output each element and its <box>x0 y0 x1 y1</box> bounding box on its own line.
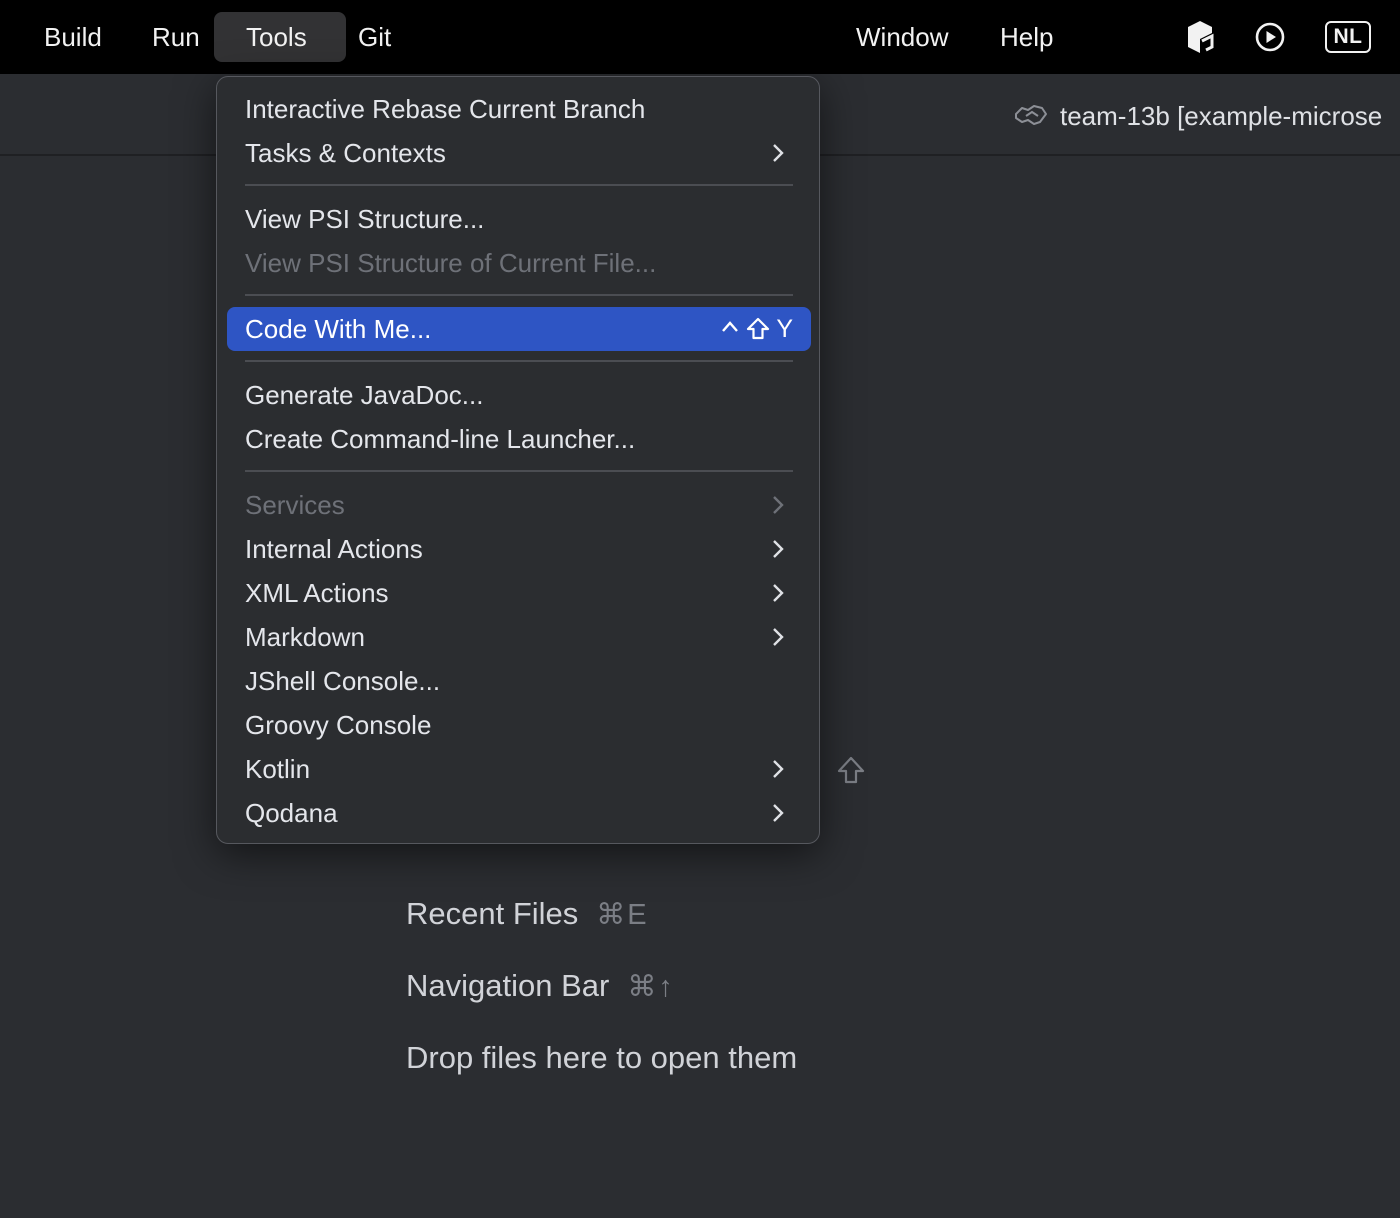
chevron-right-icon <box>773 804 784 822</box>
menu-item-qodana[interactable]: Qodana <box>227 791 811 835</box>
hint-shortcut: ⌘↑ <box>627 970 675 1003</box>
menu-item-view-psi-current-file: View PSI Structure of Current File... <box>227 241 811 285</box>
input-source-label: NL <box>1325 21 1371 53</box>
chevron-right-icon <box>773 760 784 778</box>
hint-label: Recent Files <box>406 896 579 931</box>
shortcut-key: Y <box>776 314 793 343</box>
menu-separator <box>245 184 793 186</box>
play-circle-icon[interactable] <box>1250 17 1290 57</box>
toolbox-app-icon[interactable] <box>1180 17 1220 57</box>
menu-item-label: Services <box>245 489 345 520</box>
chevron-right-icon <box>773 628 784 646</box>
menu-item-generate-javadoc[interactable]: Generate JavaDoc... <box>227 373 811 417</box>
menu-item-label: XML Actions <box>245 577 389 608</box>
menu-separator <box>245 294 793 296</box>
menu-item-label: Qodana <box>245 797 338 828</box>
menu-item-interactive-rebase[interactable]: Interactive Rebase Current Branch <box>227 87 811 131</box>
menu-item-kotlin[interactable]: Kotlin <box>227 747 811 791</box>
hint-drop-files: Drop files here to open them <box>406 1036 797 1080</box>
menu-item-label: Tasks & Contexts <box>245 137 446 168</box>
menu-run[interactable]: Run <box>140 12 212 62</box>
menu-separator <box>245 360 793 362</box>
hint-recent-files: Recent Files ⌘E <box>406 892 649 936</box>
project-name: team-13b [example-microse <box>1060 100 1383 131</box>
menu-window[interactable]: Window <box>844 12 960 62</box>
chevron-right-icon <box>773 584 784 602</box>
menu-item-label: View PSI Structure of Current File... <box>245 247 657 278</box>
menu-item-groovy-console[interactable]: Groovy Console <box>227 703 811 747</box>
menu-git[interactable]: Git <box>346 12 403 62</box>
project-widget[interactable]: team-13b [example-microse <box>1014 96 1382 136</box>
macos-menu-bar: Build Run Tools Git Window Help NL <box>0 0 1400 74</box>
menu-item-shortcut: Y <box>720 315 793 344</box>
code-with-me-handshake-icon <box>1014 100 1048 133</box>
hint-shortcut: ⌘E <box>596 898 649 931</box>
menu-item-xml-actions[interactable]: XML Actions <box>227 571 811 615</box>
menu-item-label: Code With Me... <box>245 313 432 344</box>
menu-separator <box>245 470 793 472</box>
menu-item-label: View PSI Structure... <box>245 203 485 234</box>
menu-item-command-line-launcher[interactable]: Create Command-line Launcher... <box>227 417 811 461</box>
chevron-right-icon <box>773 540 784 558</box>
hint-label: Drop files here to open them <box>406 1040 798 1075</box>
chevron-right-icon <box>773 144 784 162</box>
shift-key-icon <box>747 317 770 340</box>
menu-item-label: Generate JavaDoc... <box>245 379 484 410</box>
menu-item-tasks-contexts[interactable]: Tasks & Contexts <box>227 131 811 175</box>
menu-item-label: Internal Actions <box>245 533 423 564</box>
shift-key-icon <box>836 754 866 788</box>
menu-item-jshell-console[interactable]: JShell Console... <box>227 659 811 703</box>
menu-item-label: Markdown <box>245 621 365 652</box>
tools-menu-dropdown: Interactive Rebase Current Branch Tasks … <box>216 76 820 844</box>
menu-item-label: Kotlin <box>245 753 311 784</box>
menu-item-label: Groovy Console <box>245 709 432 740</box>
menu-item-markdown[interactable]: Markdown <box>227 615 811 659</box>
menu-help[interactable]: Help <box>988 12 1065 62</box>
control-key-icon <box>722 321 739 332</box>
menu-item-view-psi-structure[interactable]: View PSI Structure... <box>227 197 811 241</box>
menu-item-label: Create Command-line Launcher... <box>245 423 636 454</box>
menu-build[interactable]: Build <box>32 12 114 62</box>
menu-item-services: Services <box>227 483 811 527</box>
hint-navigation-bar: Navigation Bar ⌘↑ <box>406 964 675 1008</box>
hint-label: Navigation Bar <box>406 968 610 1003</box>
menu-item-label: Interactive Rebase Current Branch <box>245 93 646 124</box>
chevron-right-icon <box>773 496 784 514</box>
input-source-icon[interactable]: NL <box>1324 17 1372 57</box>
menu-item-code-with-me[interactable]: Code With Me... Y <box>227 307 811 351</box>
menu-item-internal-actions[interactable]: Internal Actions <box>227 527 811 571</box>
menu-tools[interactable]: Tools <box>214 12 346 62</box>
menu-item-label: JShell Console... <box>245 665 441 696</box>
